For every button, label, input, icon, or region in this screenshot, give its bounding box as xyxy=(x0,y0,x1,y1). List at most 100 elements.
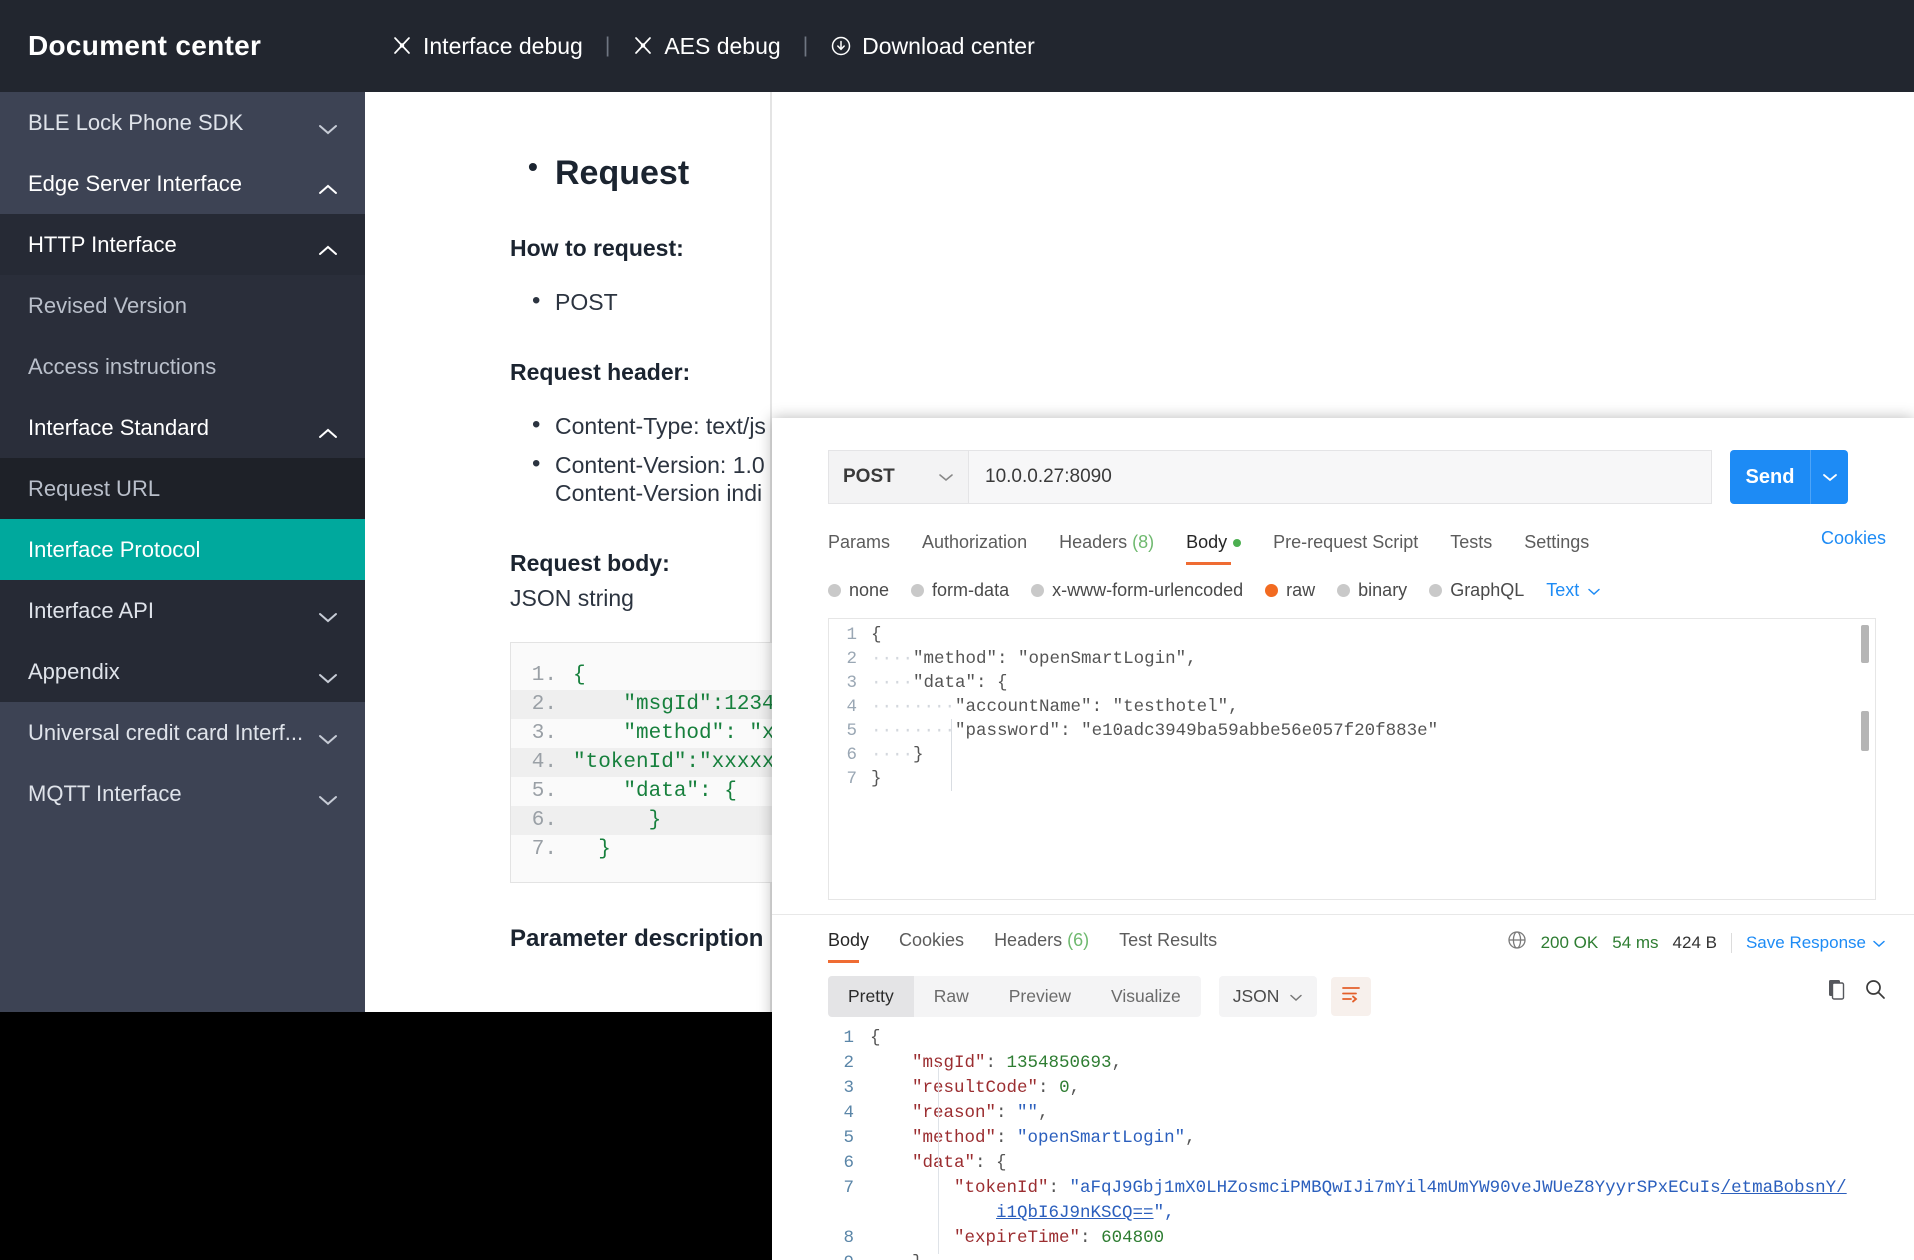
token: } xyxy=(870,1253,923,1260)
url-input[interactable]: 10.0.0.27:8090 xyxy=(968,450,1712,504)
sidebar-item-appendix[interactable]: Appendix xyxy=(0,641,365,702)
send-button[interactable]: Send xyxy=(1730,450,1810,504)
topnav-label: AES debug xyxy=(664,32,781,59)
tab-pre-request-script[interactable]: Pre-request Script xyxy=(1273,532,1418,565)
editor-line-number: 1 xyxy=(843,1028,854,1048)
save-response-button[interactable]: Save Response xyxy=(1746,933,1886,953)
header-note-text: Content-Version indi xyxy=(555,480,763,507)
response-format-select[interactable]: JSON xyxy=(1218,976,1318,1017)
request-editor-scrollbar-thumb-secondary[interactable] xyxy=(1861,711,1869,751)
body-type-label: x-www-form-urlencoded xyxy=(1052,580,1244,600)
tab-params[interactable]: Params xyxy=(828,532,890,565)
request-editor-scrollbar-thumb[interactable] xyxy=(1861,625,1869,663)
sidebar-item-universal-credit-card-interface[interactable]: Universal credit card Interf... xyxy=(0,702,365,763)
sidebar-item-edge-server-interface[interactable]: Edge Server Interface xyxy=(0,153,365,214)
body-type-x-www-form-urlencoded[interactable]: x-www-form-urlencoded xyxy=(1031,580,1243,601)
sidebar-item-ble-lock-phone-sdk[interactable]: BLE Lock Phone SDK xyxy=(0,92,365,153)
search-icon[interactable] xyxy=(1864,978,1886,1005)
raw-format-select[interactable]: Text xyxy=(1546,580,1601,601)
topnav-separator: | xyxy=(802,34,809,57)
http-method-value: POST xyxy=(843,466,895,487)
tab-cookies[interactable]: Cookies xyxy=(899,930,964,963)
response-indent-guide xyxy=(938,1064,939,1254)
editor-line-number: 1 xyxy=(846,625,857,645)
tab-settings[interactable]: Settings xyxy=(1524,532,1589,565)
body-type-none[interactable]: none xyxy=(828,580,889,601)
sidebar-item-revised-version[interactable]: Revised Version xyxy=(0,275,365,336)
sidebar-item-request-url[interactable]: Request URL xyxy=(0,458,365,519)
tab-body[interactable]: Body xyxy=(1186,532,1242,565)
send-options-caret[interactable] xyxy=(1810,450,1848,504)
chevron-up-icon xyxy=(317,177,339,194)
code-line-text: } xyxy=(573,809,662,832)
editor-line-number: 2 xyxy=(846,649,857,669)
view-mode-pretty[interactable]: Pretty xyxy=(828,976,914,1017)
indent-guide xyxy=(951,719,952,791)
tab-tests[interactable]: Tests xyxy=(1450,532,1492,565)
editor-line-text: ····"method": "openSmartLogin", xyxy=(871,647,1197,671)
body-type-form-data[interactable]: form-data xyxy=(911,580,1009,601)
tab-label: Headers xyxy=(994,930,1063,950)
code-line-number: 3. xyxy=(531,722,557,745)
token: "openSmartLogin" xyxy=(1018,649,1187,669)
copy-icon[interactable] xyxy=(1826,978,1846,1005)
globe-icon xyxy=(1507,930,1527,955)
sidebar-item-interface-protocol[interactable]: Interface Protocol xyxy=(0,519,365,580)
token: "openSmartLogin" xyxy=(1017,1128,1186,1148)
radio-icon xyxy=(911,584,925,597)
token: , xyxy=(1111,1053,1123,1073)
section-divider xyxy=(772,914,1914,915)
editor-line-number: 5 xyxy=(846,721,857,741)
sidebar-item-mqtt-interface[interactable]: MQTT Interface xyxy=(0,763,365,824)
header-bullet-text: Content-Version: 1.0 xyxy=(555,451,765,478)
word-wrap-toggle[interactable] xyxy=(1331,977,1372,1016)
body-type-binary[interactable]: binary xyxy=(1337,580,1407,601)
view-mode-preview[interactable]: Preview xyxy=(989,976,1091,1017)
body-type-row: none form-data x-www-form-urlencoded raw bin… xyxy=(828,580,1601,601)
response-meta: 200 OK 54 ms 424 B Save Response xyxy=(1507,930,1886,955)
sidebar-item-interface-standard[interactable]: Interface Standard xyxy=(0,397,365,458)
editor-line: 9 } xyxy=(828,1251,1888,1260)
http-method-select[interactable]: POST xyxy=(828,450,968,504)
sidebar-item-access-instructions[interactable]: Access instructions xyxy=(0,336,365,397)
sidebar-item-http-interface[interactable]: HTTP Interface xyxy=(0,214,365,275)
sidebar-item-interface-api[interactable]: Interface API xyxy=(0,580,365,641)
cookies-link[interactable]: Cookies xyxy=(1821,528,1886,549)
tab-headers[interactable]: Headers (6) xyxy=(994,930,1089,963)
code-line-number: 6. xyxy=(531,809,557,832)
raw-format-value: Text xyxy=(1546,580,1580,600)
view-mode-visualize[interactable]: Visualize xyxy=(1091,976,1201,1017)
sidebar-item-label: Request URL xyxy=(28,475,161,501)
topnav-item-interface-debug[interactable]: Interface debug xyxy=(387,33,587,60)
postman-sidebar-gutter xyxy=(772,418,820,1260)
response-body-viewer[interactable]: 1{2 "msgId": 1354850693, 3 "resultCode": … xyxy=(828,1026,1888,1260)
editor-line: 4 ········"accountName": "testhotel", xyxy=(829,695,1875,719)
token: , xyxy=(1186,649,1197,669)
chevron-up-icon xyxy=(317,421,339,438)
chevron-down-icon xyxy=(317,604,339,622)
tab-authorization[interactable]: Authorization xyxy=(922,532,1027,565)
send-button-group: Send xyxy=(1730,450,1848,504)
tab-headers[interactable]: Headers (8) xyxy=(1059,532,1154,565)
sidebar-item-label: MQTT Interface xyxy=(28,780,182,806)
sidebar-item-label: Interface Standard xyxy=(28,414,210,440)
editor-line: 6 ····} xyxy=(829,743,1875,767)
token: } xyxy=(913,745,924,765)
request-body-editor[interactable]: 1{2 ····"method": "openSmartLogin", 3 ····"… xyxy=(828,618,1876,900)
topnav-item-download-center[interactable]: Download center xyxy=(826,33,1039,60)
editor-line: 2 "msgId": 1354850693, xyxy=(828,1051,1888,1076)
view-mode-raw[interactable]: Raw xyxy=(914,976,989,1017)
tab-test-results[interactable]: Test Results xyxy=(1119,930,1217,963)
editor-line-number xyxy=(828,1201,870,1226)
topnav-item-aes-debug[interactable]: AES debug xyxy=(628,33,784,60)
body-type-graphql[interactable]: GraphQL xyxy=(1429,580,1524,601)
code-line-number: 2. xyxy=(531,693,557,716)
editor-line-text: "expireTime": 604800 xyxy=(870,1226,1164,1251)
body-type-raw[interactable]: raw xyxy=(1265,580,1315,601)
editor-line-text: ····"data": { xyxy=(871,671,1008,695)
tab-body[interactable]: Body xyxy=(828,930,869,963)
how-to-request-label: How to request: xyxy=(510,235,684,261)
sidebar-item-label: Revised Version xyxy=(28,292,187,318)
request-body-lines: 1{2 ····"method": "openSmartLogin", 3 ····"… xyxy=(829,619,1875,791)
